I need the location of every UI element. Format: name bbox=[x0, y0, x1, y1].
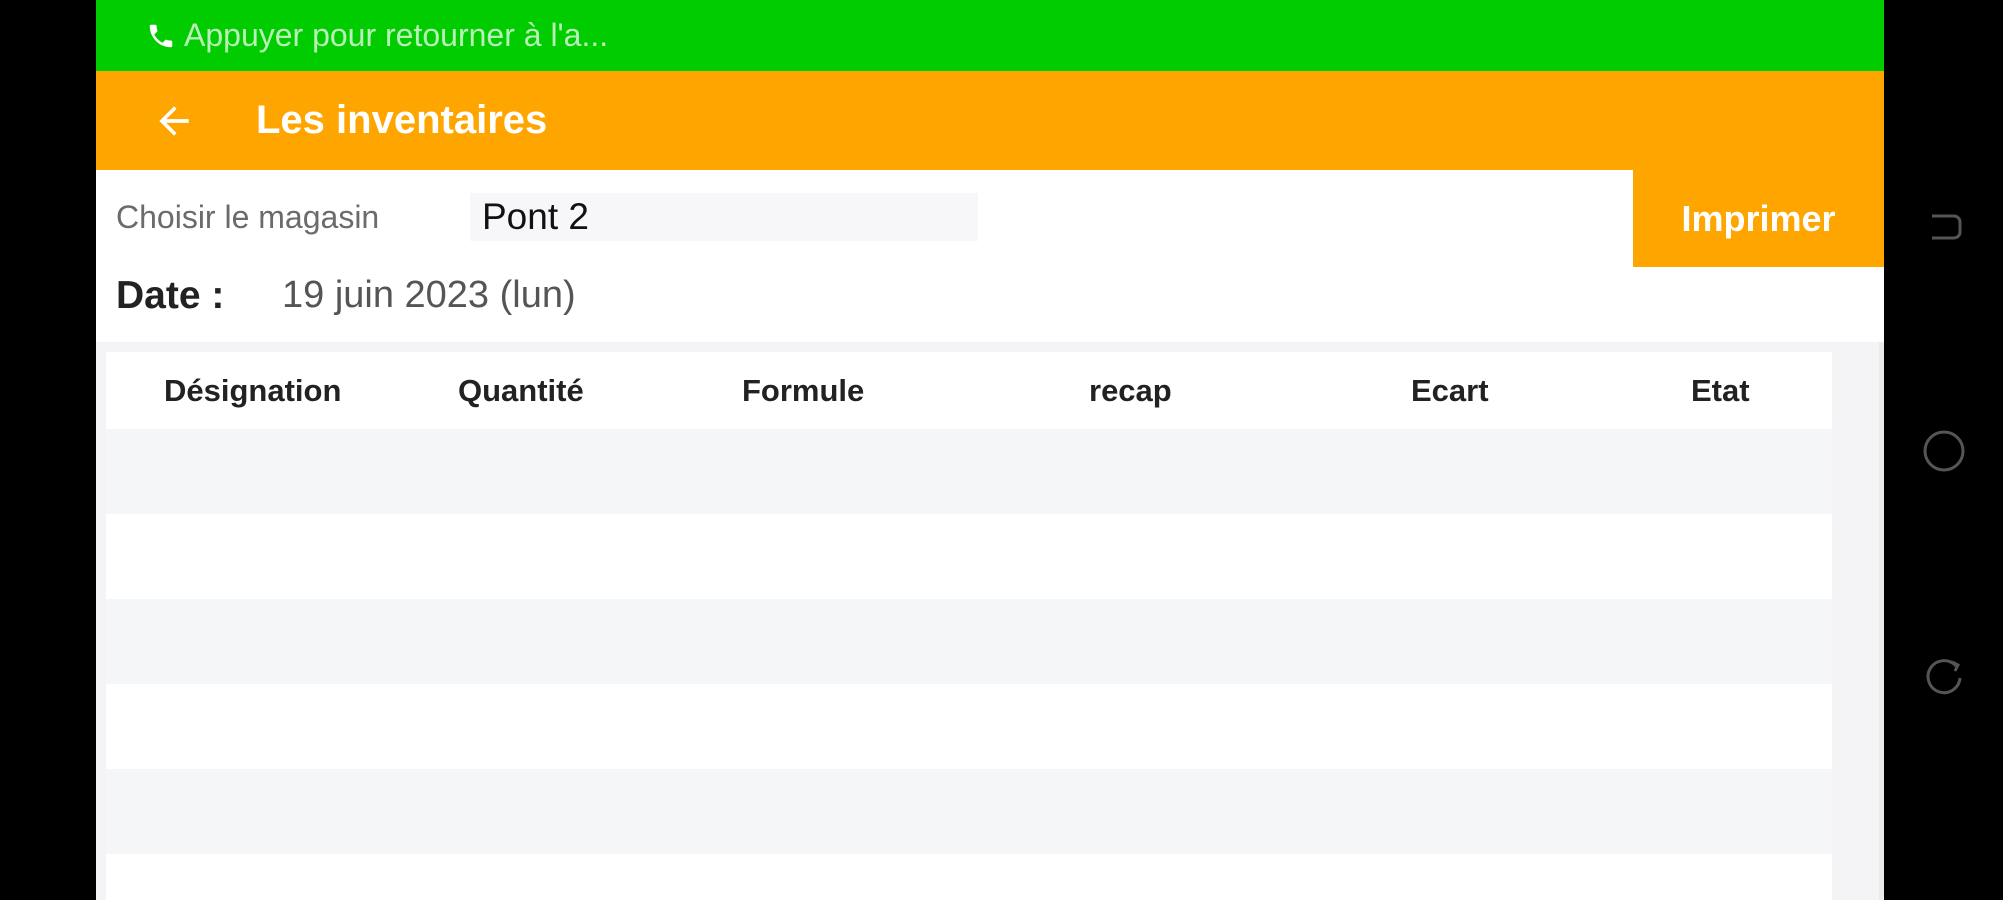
back-arrow-icon[interactable] bbox=[144, 91, 204, 151]
back-nav-icon[interactable] bbox=[1922, 206, 1966, 250]
phone-icon bbox=[144, 19, 178, 53]
inventory-table-container[interactable]: Désignation Quantité Formule recap Ecart… bbox=[96, 342, 1884, 900]
column-header-quantite[interactable]: Quantité bbox=[458, 352, 584, 429]
column-header-ecart[interactable]: Ecart bbox=[1411, 352, 1489, 429]
call-banner-text: Appuyer pour retourner à l'a... bbox=[184, 17, 609, 53]
system-nav-bar bbox=[1884, 0, 2003, 900]
recents-nav-icon[interactable] bbox=[1922, 654, 1966, 698]
table-row bbox=[106, 429, 1832, 514]
home-nav-icon[interactable] bbox=[1922, 429, 1966, 473]
column-header-etat[interactable]: Etat bbox=[1691, 352, 1750, 429]
ongoing-call-banner[interactable]: Appuyer pour retourner à l'a... bbox=[96, 0, 1884, 71]
table-header: Désignation Quantité Formule recap Ecart… bbox=[106, 352, 1832, 429]
table-row bbox=[106, 599, 1832, 684]
store-select-label: Choisir le magasin bbox=[116, 199, 380, 235]
page-title: Les inventaires bbox=[256, 98, 548, 142]
inventory-table: Désignation Quantité Formule recap Ecart… bbox=[106, 352, 1832, 900]
store-select[interactable]: Pont 2 bbox=[470, 193, 978, 241]
date-label: Date : bbox=[116, 274, 225, 317]
table-row bbox=[106, 854, 1832, 900]
column-header-recap[interactable]: recap bbox=[1089, 352, 1172, 429]
toolbar: Les inventaires bbox=[96, 71, 1884, 170]
date-picker-value[interactable]: 19 juin 2023 (lun) bbox=[282, 274, 576, 317]
print-button[interactable]: Imprimer bbox=[1633, 170, 1884, 267]
table-row bbox=[106, 684, 1832, 769]
column-header-formule[interactable]: Formule bbox=[742, 352, 864, 429]
device-screen: Appuyer pour retourner à l'a... Les inve… bbox=[0, 0, 2003, 900]
store-select-value: Pont 2 bbox=[482, 196, 589, 237]
table-row bbox=[106, 514, 1832, 599]
app-window: Appuyer pour retourner à l'a... Les inve… bbox=[96, 0, 1884, 900]
column-header-designation[interactable]: Désignation bbox=[164, 352, 341, 429]
table-row bbox=[106, 769, 1832, 854]
